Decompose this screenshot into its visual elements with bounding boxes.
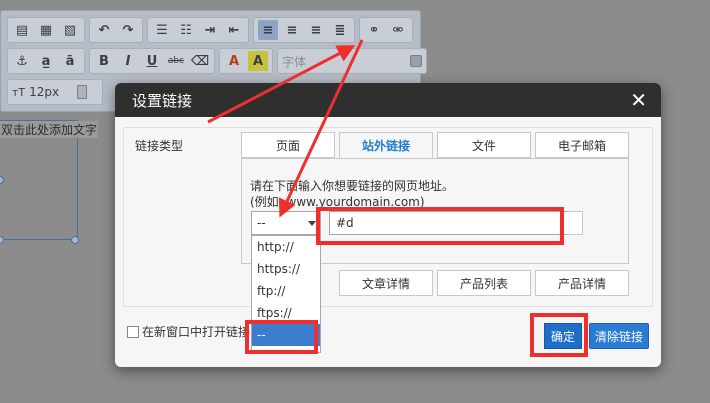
superscript-icon[interactable]: a̲ bbox=[36, 51, 56, 71]
protocol-option-highlight bbox=[245, 320, 318, 354]
align-center-icon[interactable]: ≡ bbox=[282, 20, 302, 40]
tab-product-list[interactable]: 产品列表 bbox=[437, 270, 531, 296]
ordered-list-icon[interactable]: ☰ bbox=[152, 20, 172, 40]
chevron-down-icon bbox=[410, 55, 422, 67]
resize-handle[interactable] bbox=[0, 236, 4, 244]
font-family-value: 字体 bbox=[282, 54, 307, 69]
font-size-icon: тT bbox=[12, 85, 26, 99]
font-family-select[interactable]: 字体 bbox=[277, 48, 427, 74]
clear-link-button[interactable]: 清除链接 bbox=[589, 323, 649, 349]
url-hint-line-1: 请在下面输入你想要链接的网页地址。 bbox=[250, 179, 455, 193]
tab-page[interactable]: 页面 bbox=[241, 132, 335, 158]
subscript-icon[interactable]: ā bbox=[60, 51, 80, 71]
italic-icon[interactable]: I bbox=[118, 51, 138, 71]
toolbar-group-clipboard: ▤ ▦ ▧ bbox=[7, 17, 85, 43]
toolbar-row-3: тT 12px bbox=[7, 79, 103, 105]
insert-link-icon[interactable]: ⚭ bbox=[364, 20, 384, 40]
source-icon[interactable]: ▤ bbox=[12, 20, 32, 40]
toolbar-group-link: ⚭ ⚮ bbox=[359, 17, 413, 43]
paste-icon[interactable]: ▦ bbox=[36, 20, 56, 40]
text-box-placeholder[interactable]: 双击此处添加文字 bbox=[0, 121, 99, 138]
protocol-option-ftp[interactable]: ftp:// bbox=[252, 280, 320, 302]
ok-button-highlight bbox=[530, 313, 588, 357]
tab-article-detail[interactable]: 文章详情 bbox=[339, 270, 433, 296]
align-justify-icon[interactable]: ≣ bbox=[330, 20, 350, 40]
eraser-icon[interactable]: ⌫ bbox=[190, 51, 210, 71]
toolbar-group-history: ↶ ↷ bbox=[89, 17, 143, 43]
underline-icon[interactable]: U bbox=[142, 51, 162, 71]
dialog-title: 设置链接 bbox=[132, 91, 193, 110]
bold-icon[interactable]: B bbox=[94, 51, 114, 71]
undo-icon[interactable]: ↶ bbox=[94, 20, 114, 40]
dialog-header: 设置链接 ✕ bbox=[115, 83, 661, 117]
resize-handle[interactable] bbox=[71, 236, 79, 244]
remove-link-icon[interactable]: ⚮ bbox=[388, 20, 408, 40]
protocol-select-value: -- bbox=[257, 216, 266, 230]
redo-icon[interactable]: ↷ bbox=[118, 20, 138, 40]
link-type-label: 链接类型 bbox=[135, 139, 184, 153]
font-size-value: 12px bbox=[29, 85, 60, 99]
tab-email[interactable]: 电子邮箱 bbox=[535, 132, 629, 158]
chevron-down-icon bbox=[308, 221, 316, 226]
outdent-icon[interactable]: ⇤ bbox=[224, 20, 244, 40]
tab-file[interactable]: 文件 bbox=[437, 132, 531, 158]
protocol-option-https[interactable]: https:// bbox=[252, 258, 320, 280]
new-window-checkbox[interactable] bbox=[127, 325, 139, 338]
indent-icon[interactable]: ⇥ bbox=[200, 20, 220, 40]
url-hint: 请在下面输入你想要链接的网页地址。 (例如: www.yourdomain.co… bbox=[250, 178, 454, 210]
paste-word-icon[interactable]: ▧ bbox=[60, 20, 80, 40]
protocol-select[interactable]: -- bbox=[251, 211, 321, 235]
protocol-option-http[interactable]: http:// bbox=[252, 236, 320, 258]
text-box-frame[interactable] bbox=[0, 120, 78, 240]
tab-product-detail[interactable]: 产品详情 bbox=[535, 270, 629, 296]
new-window-label: 在新窗口中打开链接 bbox=[142, 325, 251, 339]
align-left-icon[interactable]: ≡ bbox=[258, 20, 278, 40]
toolbar-row-1: ▤ ▦ ▧ ↶ ↷ ☰ ☷ ⇥ ⇤ ≡ ≡ ≡ ≣ ⚭ ⚮ bbox=[7, 17, 413, 43]
url-input-highlight bbox=[316, 207, 564, 245]
tab-external-link[interactable]: 站外链接 bbox=[339, 132, 433, 158]
close-icon[interactable]: ✕ bbox=[630, 90, 647, 110]
spinner-icon bbox=[77, 85, 88, 99]
anchor-icon[interactable]: ⚓ bbox=[12, 51, 32, 71]
toolbar-group-format: B I U abc ⌫ bbox=[89, 48, 215, 74]
strikethrough-icon[interactable]: abc bbox=[166, 51, 186, 71]
font-size-select[interactable]: тT 12px bbox=[7, 79, 103, 105]
new-window-option[interactable]: 在新窗口中打开链接 bbox=[127, 323, 250, 340]
toolbar-group-color: A A bbox=[219, 48, 273, 74]
unordered-list-icon[interactable]: ☷ bbox=[176, 20, 196, 40]
highlight-color-icon[interactable]: A bbox=[248, 51, 268, 71]
align-right-icon[interactable]: ≡ bbox=[306, 20, 326, 40]
toolbar-group-lists: ☰ ☷ ⇥ ⇤ bbox=[147, 17, 249, 43]
toolbar-group-align: ≡ ≡ ≡ ≣ bbox=[253, 17, 355, 43]
font-color-icon[interactable]: A bbox=[224, 51, 244, 71]
toolbar-group-insert: ⚓ a̲ ā bbox=[7, 48, 85, 74]
url-input-end bbox=[567, 211, 583, 235]
toolbar-row-2: ⚓ a̲ ā B I U abc ⌫ A A 字体 bbox=[7, 48, 427, 74]
